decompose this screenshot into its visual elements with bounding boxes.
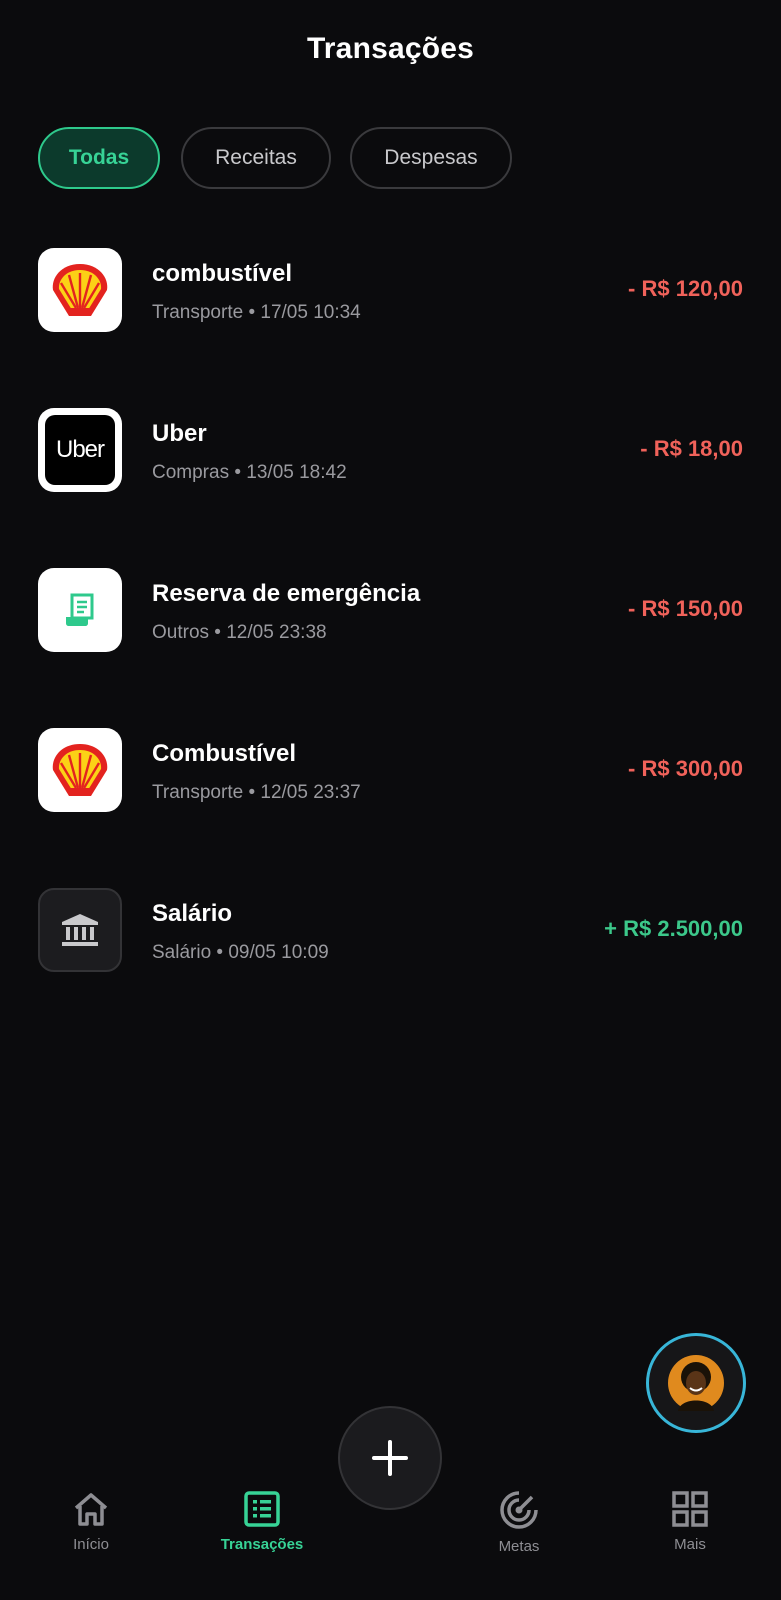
nav-item-mais[interactable]: Mais [620, 1490, 760, 1580]
uber-logo-icon: Uber [38, 408, 122, 492]
transaction-amount: + R$ 2.500,00 [604, 916, 743, 941]
user-avatar-button[interactable] [646, 1333, 746, 1433]
transaction-name: combustível [152, 260, 293, 287]
nav-item-transacoes[interactable]: Transações [192, 1490, 332, 1580]
nav-label: Transações [220, 1536, 304, 1553]
transaction-meta: Transporte • 12/05 23:37 [152, 782, 361, 803]
nav-label: Início [73, 1536, 109, 1553]
transaction-name: Reserva de emergência [152, 580, 421, 607]
filter-chip-despesas[interactable]: Despesas [350, 127, 512, 189]
home-icon [74, 1493, 108, 1526]
filter-chip-todas[interactable]: Todas [38, 127, 160, 189]
transaction-meta: Outros • 12/05 23:38 [152, 622, 327, 643]
transaction-meta: Salário • 09/05 10:09 [152, 942, 329, 963]
bank-icon [38, 888, 122, 972]
transaction-row[interactable]: Combustível Transporte • 12/05 23:37 - R… [38, 728, 743, 812]
list-icon [244, 1491, 280, 1527]
filter-chip-receitas[interactable]: Receitas [181, 127, 331, 189]
transaction-amount: - R$ 120,00 [628, 276, 743, 301]
transaction-name: Uber [152, 420, 207, 447]
transaction-name: Salário [152, 900, 233, 927]
transaction-row[interactable]: Uber Uber Compras • 13/05 18:42 - R$ 18,… [38, 408, 743, 492]
avatar [668, 1355, 724, 1411]
transaction-row[interactable]: Salário Salário • 09/05 10:09 + R$ 2.500… [38, 888, 743, 972]
transaction-row[interactable]: combustível Transporte • 17/05 10:34 - R… [38, 248, 743, 332]
uber-logo-text: Uber [45, 415, 115, 485]
transaction-amount: - R$ 150,00 [628, 596, 743, 621]
nav-item-metas[interactable]: Metas [449, 1490, 589, 1580]
receipt-icon [38, 568, 122, 652]
nav-label: Mais [674, 1536, 706, 1553]
transaction-meta: Transporte • 17/05 10:34 [152, 302, 361, 323]
plus-icon [372, 1440, 408, 1476]
page-title: Transações [306, 32, 475, 65]
transaction-amount: - R$ 18,00 [640, 436, 743, 461]
shell-logo-icon [38, 728, 122, 812]
transaction-meta: Compras • 13/05 18:42 [152, 462, 347, 483]
target-icon [500, 1491, 538, 1529]
shell-logo-icon [38, 248, 122, 332]
transaction-amount: - R$ 300,00 [628, 756, 743, 781]
nav-label: Metas [498, 1538, 540, 1555]
bottom-nav: Início Transações Metas Mais [0, 1490, 781, 1600]
grid-icon [672, 1491, 708, 1527]
transaction-name: Combustível [152, 740, 297, 767]
nav-item-inicio[interactable]: Início [21, 1490, 161, 1580]
transaction-row[interactable]: Reserva de emergência Outros • 12/05 23:… [38, 568, 743, 652]
